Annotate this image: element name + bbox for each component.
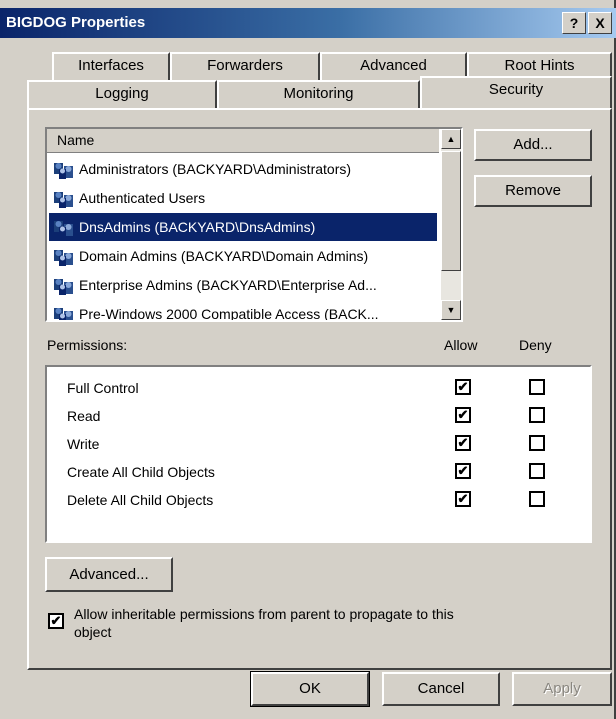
tab-logging[interactable]: Logging: [27, 80, 217, 108]
permission-row: Create All Child Objects ✔: [67, 459, 587, 485]
list-item-label: Domain Admins (BACKYARD\Domain Admins): [79, 248, 369, 264]
list-item-label: DnsAdmins (BACKYARD\DnsAdmins): [79, 219, 316, 235]
list-item-label: Enterprise Admins (BACKYARD\Enterprise A…: [79, 277, 377, 293]
ok-button[interactable]: OK: [250, 671, 370, 707]
scroll-thumb[interactable]: [441, 151, 461, 271]
group-icon: [54, 192, 73, 208]
deny-checkbox[interactable]: [529, 463, 545, 479]
permission-name: Full Control: [67, 380, 139, 396]
inherit-permissions-checkbox[interactable]: ✔: [48, 613, 64, 629]
permission-name: Create All Child Objects: [67, 464, 215, 480]
permissions-label: Permissions:: [47, 337, 128, 353]
add-button[interactable]: Add...: [474, 129, 592, 161]
group-user-list[interactable]: Name Administrators (BACKYARD\Administra…: [45, 127, 463, 322]
remove-button[interactable]: Remove: [474, 175, 592, 207]
deny-checkbox[interactable]: [529, 491, 545, 507]
list-item-label: Administrators (BACKYARD\Administrators): [79, 161, 352, 177]
list-item[interactable]: Pre-Windows 2000 Compatible Access (BACK…: [49, 300, 437, 322]
deny-checkbox[interactable]: [529, 407, 545, 423]
group-icon: [54, 308, 73, 320]
tab-security[interactable]: Security: [420, 76, 612, 108]
permission-row: Read ✔: [67, 403, 587, 429]
inherit-label-line1: Allow inheritable permissions from paren…: [74, 606, 454, 622]
list-item[interactable]: Authenticated Users: [49, 184, 437, 212]
apply-button[interactable]: Apply: [512, 672, 612, 706]
list-item[interactable]: Domain Admins (BACKYARD\Domain Admins): [49, 242, 437, 270]
properties-window: BIGDOG Properties ? X Interfaces Forward…: [0, 0, 616, 719]
group-icon: [54, 250, 73, 266]
cancel-button[interactable]: Cancel: [382, 672, 500, 706]
allow-checkbox[interactable]: ✔: [455, 407, 471, 423]
allow-checkbox[interactable]: ✔: [455, 379, 471, 395]
deny-column-header: Deny: [519, 337, 552, 353]
allow-column-header: Allow: [444, 337, 478, 353]
list-item[interactable]: Enterprise Admins (BACKYARD\Enterprise A…: [49, 271, 437, 299]
group-icon: [54, 221, 73, 237]
scroll-down-icon[interactable]: ▼: [441, 300, 461, 320]
close-button[interactable]: X: [588, 12, 612, 34]
inherit-label-line2: object: [74, 624, 112, 640]
title-bar[interactable]: BIGDOG Properties ? X: [0, 8, 616, 38]
window-title: BIGDOG Properties: [6, 14, 146, 31]
list-header-name[interactable]: Name: [47, 129, 439, 153]
deny-checkbox[interactable]: [529, 379, 545, 395]
group-icon: [54, 279, 73, 295]
list-item[interactable]: Administrators (BACKYARD\Administrators): [49, 155, 437, 183]
permissions-list: Full Control ✔ Read ✔ Write ✔ Create All Child…: [45, 365, 592, 543]
allow-checkbox[interactable]: ✔: [455, 491, 471, 507]
tab-forwarders[interactable]: Forwarders: [170, 52, 320, 80]
list-item-label: Pre-Windows 2000 Compatible Access (BACK…: [79, 306, 379, 322]
allow-checkbox[interactable]: ✔: [455, 435, 471, 451]
permission-row: Delete All Child Objects ✔: [67, 487, 587, 513]
permission-row: Full Control ✔: [67, 375, 587, 401]
list-scrollbar[interactable]: ▲ ▼: [441, 129, 461, 320]
deny-checkbox[interactable]: [529, 435, 545, 451]
list-item-label: Authenticated Users: [79, 190, 206, 206]
list-item[interactable]: DnsAdmins (BACKYARD\DnsAdmins): [49, 213, 437, 241]
allow-checkbox[interactable]: ✔: [455, 463, 471, 479]
tab-interfaces[interactable]: Interfaces: [52, 52, 170, 80]
advanced-button[interactable]: Advanced...: [45, 557, 173, 592]
group-icon: [54, 163, 73, 179]
permission-name: Write: [67, 436, 100, 452]
permission-name: Read: [67, 408, 101, 424]
permission-row: Write ✔: [67, 431, 587, 457]
help-button[interactable]: ?: [562, 12, 586, 34]
scroll-up-icon[interactable]: ▲: [441, 129, 461, 149]
tab-monitoring[interactable]: Monitoring: [217, 80, 420, 108]
permission-name: Delete All Child Objects: [67, 492, 214, 508]
